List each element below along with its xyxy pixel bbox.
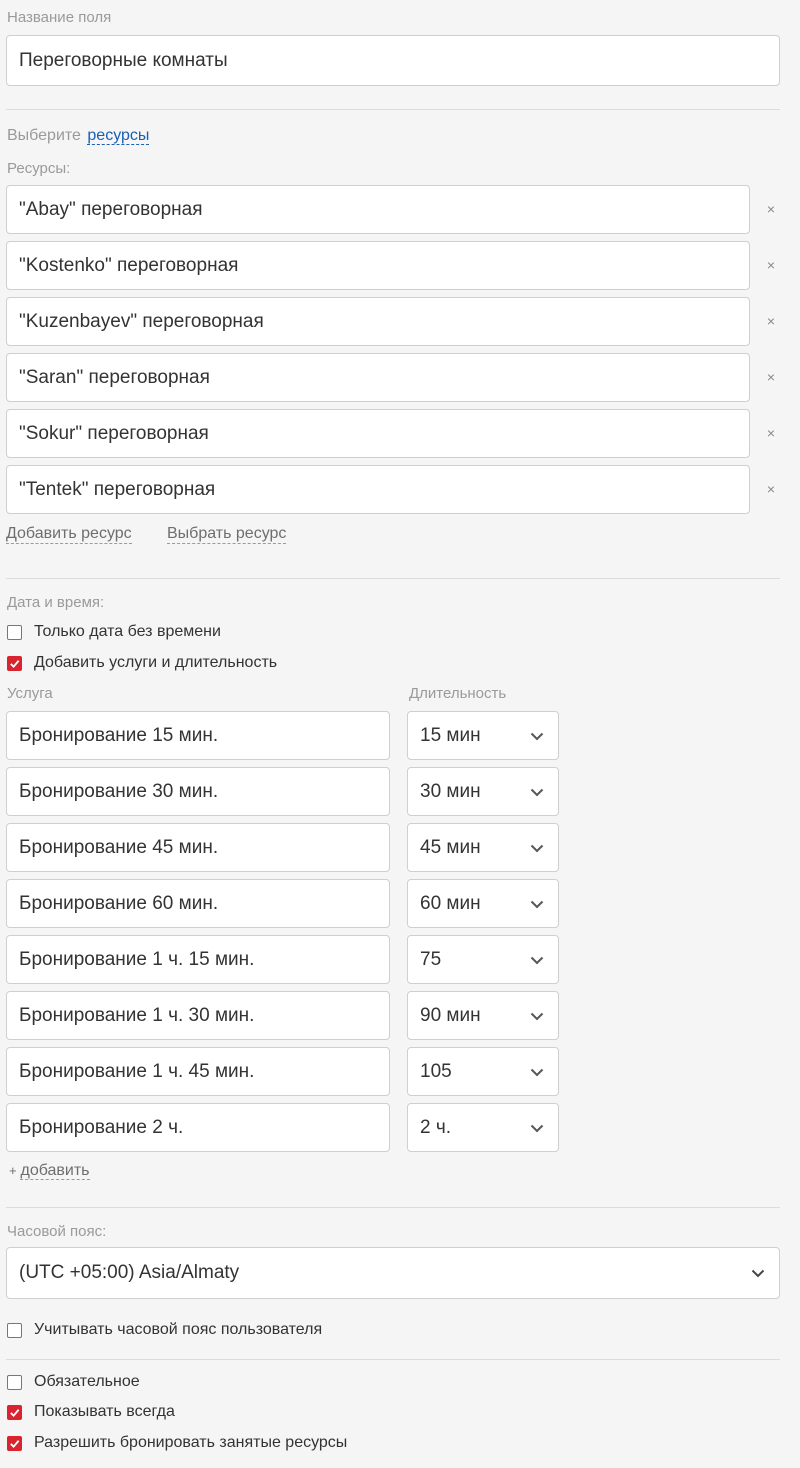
divider — [6, 1207, 780, 1208]
divider — [6, 578, 780, 579]
timezone-select[interactable]: (UTC +05:00) Asia/Almaty — [6, 1247, 780, 1299]
duration-value: 60 мин — [420, 892, 481, 914]
allow-busy-label: Разрешить бронировать занятые ресурсы — [34, 1434, 348, 1451]
duration-select[interactable]: 45 мин — [407, 823, 559, 872]
resource-input[interactable]: "Kuzenbayev" переговорная — [6, 297, 750, 346]
choose-resources: Выберите ресурсы — [7, 127, 150, 145]
duration-value: 90 мин — [420, 1004, 481, 1026]
remove-resource-icon[interactable]: × — [764, 426, 778, 440]
resource-input[interactable]: "Kostenko" переговорная — [6, 241, 750, 290]
only-date-checkbox[interactable] — [7, 624, 22, 640]
resource-input[interactable]: "Abay" переговорная — [6, 185, 750, 234]
service-name-input[interactable]: Бронирование 30 мин. — [6, 767, 390, 816]
duration-column-header: Длительность — [409, 685, 507, 702]
add-resource-link[interactable]: Добавить ресурс — [6, 525, 132, 544]
remove-resource-icon[interactable]: × — [764, 370, 778, 384]
service-name-input[interactable]: Бронирование 15 мин. — [6, 711, 390, 760]
chevron-down-icon — [530, 900, 544, 908]
resources-label: Ресурсы: — [7, 160, 71, 177]
duration-select[interactable]: 30 мин — [407, 767, 559, 816]
chevron-down-icon — [530, 1012, 544, 1020]
remove-resource-icon[interactable]: × — [764, 314, 778, 328]
duration-select[interactable]: 15 мин — [407, 711, 559, 760]
chevron-down-icon — [530, 956, 544, 964]
duration-value: 30 мин — [420, 780, 481, 802]
datetime-label: Дата и время: — [7, 594, 105, 611]
resource-input[interactable]: "Sokur" переговорная — [6, 409, 750, 458]
required-option[interactable]: Обязательное — [7, 1372, 140, 1392]
duration-select[interactable]: 60 мин — [407, 879, 559, 928]
duration-value: 15 мин — [420, 724, 481, 746]
chevron-down-icon — [530, 732, 544, 740]
chevron-down-icon — [751, 1269, 765, 1278]
duration-value: 105 — [420, 1060, 452, 1082]
service-name-input[interactable]: Бронирование 45 мин. — [6, 823, 390, 872]
choose-resources-link[interactable]: ресурсы — [87, 127, 150, 145]
chevron-down-icon — [530, 844, 544, 852]
resource-input[interactable]: "Saran" переговорная — [6, 353, 750, 402]
select-resource-link[interactable]: Выбрать ресурс — [167, 525, 287, 544]
only-date-label: Только дата без времени — [34, 623, 221, 640]
remove-resource-icon[interactable]: × — [764, 202, 778, 216]
add-service-link[interactable]: добавить — [20, 1162, 90, 1180]
service-name-input[interactable]: Бронирование 1 ч. 45 мин. — [6, 1047, 390, 1096]
duration-select[interactable]: 105 — [407, 1047, 559, 1096]
chevron-down-icon — [530, 1068, 544, 1076]
always-show-option[interactable]: Показывать всегда — [7, 1402, 175, 1422]
service-name-input[interactable]: Бронирование 1 ч. 30 мин. — [6, 991, 390, 1040]
user-timezone-label: Учитывать часовой пояс пользователя — [34, 1321, 323, 1338]
duration-select[interactable]: 90 мин — [407, 991, 559, 1040]
add-services-option[interactable]: Добавить услуги и длительность — [7, 653, 277, 673]
allow-busy-option[interactable]: Разрешить бронировать занятые ресурсы — [7, 1433, 347, 1453]
resource-input[interactable]: "Tentek" переговорная — [6, 465, 750, 514]
duration-select[interactable]: 75 — [407, 935, 559, 984]
allow-busy-checkbox[interactable] — [7, 1435, 22, 1451]
duration-select[interactable]: 2 ч. — [407, 1103, 559, 1152]
always-show-checkbox[interactable] — [7, 1404, 22, 1420]
duration-value: 2 ч. — [420, 1116, 452, 1138]
remove-resource-icon[interactable]: × — [764, 482, 778, 496]
user-timezone-option[interactable]: Учитывать часовой пояс пользователя — [7, 1320, 322, 1340]
service-name-input[interactable]: Бронирование 60 мин. — [6, 879, 390, 928]
required-label: Обязательное — [34, 1373, 140, 1390]
duration-value: 45 мин — [420, 836, 481, 858]
field-name-label: Название поля — [7, 9, 112, 26]
user-timezone-checkbox[interactable] — [7, 1322, 22, 1338]
field-name-input[interactable]: Переговорные комнаты — [6, 35, 780, 86]
timezone-value: (UTC +05:00) Asia/Almaty — [19, 1262, 240, 1283]
timezone-label: Часовой пояс: — [7, 1223, 107, 1240]
add-services-checkbox[interactable] — [7, 655, 22, 671]
divider — [6, 1359, 780, 1360]
chevron-down-icon — [530, 788, 544, 796]
service-column-header: Услуга — [7, 685, 53, 702]
choose-resources-prefix: Выберите — [7, 127, 81, 144]
required-checkbox[interactable] — [7, 1374, 22, 1390]
chevron-down-icon — [530, 1124, 544, 1132]
divider — [6, 109, 780, 110]
add-service[interactable]: + добавить — [9, 1162, 90, 1180]
plus-icon: + — [9, 1163, 17, 1178]
only-date-option[interactable]: Только дата без времени — [7, 622, 221, 642]
service-name-input[interactable]: Бронирование 2 ч. — [6, 1103, 390, 1152]
service-name-input[interactable]: Бронирование 1 ч. 15 мин. — [6, 935, 390, 984]
duration-value: 75 — [420, 948, 442, 970]
add-services-label: Добавить услуги и длительность — [34, 654, 278, 671]
always-show-label: Показывать всегда — [34, 1403, 175, 1420]
remove-resource-icon[interactable]: × — [764, 258, 778, 272]
